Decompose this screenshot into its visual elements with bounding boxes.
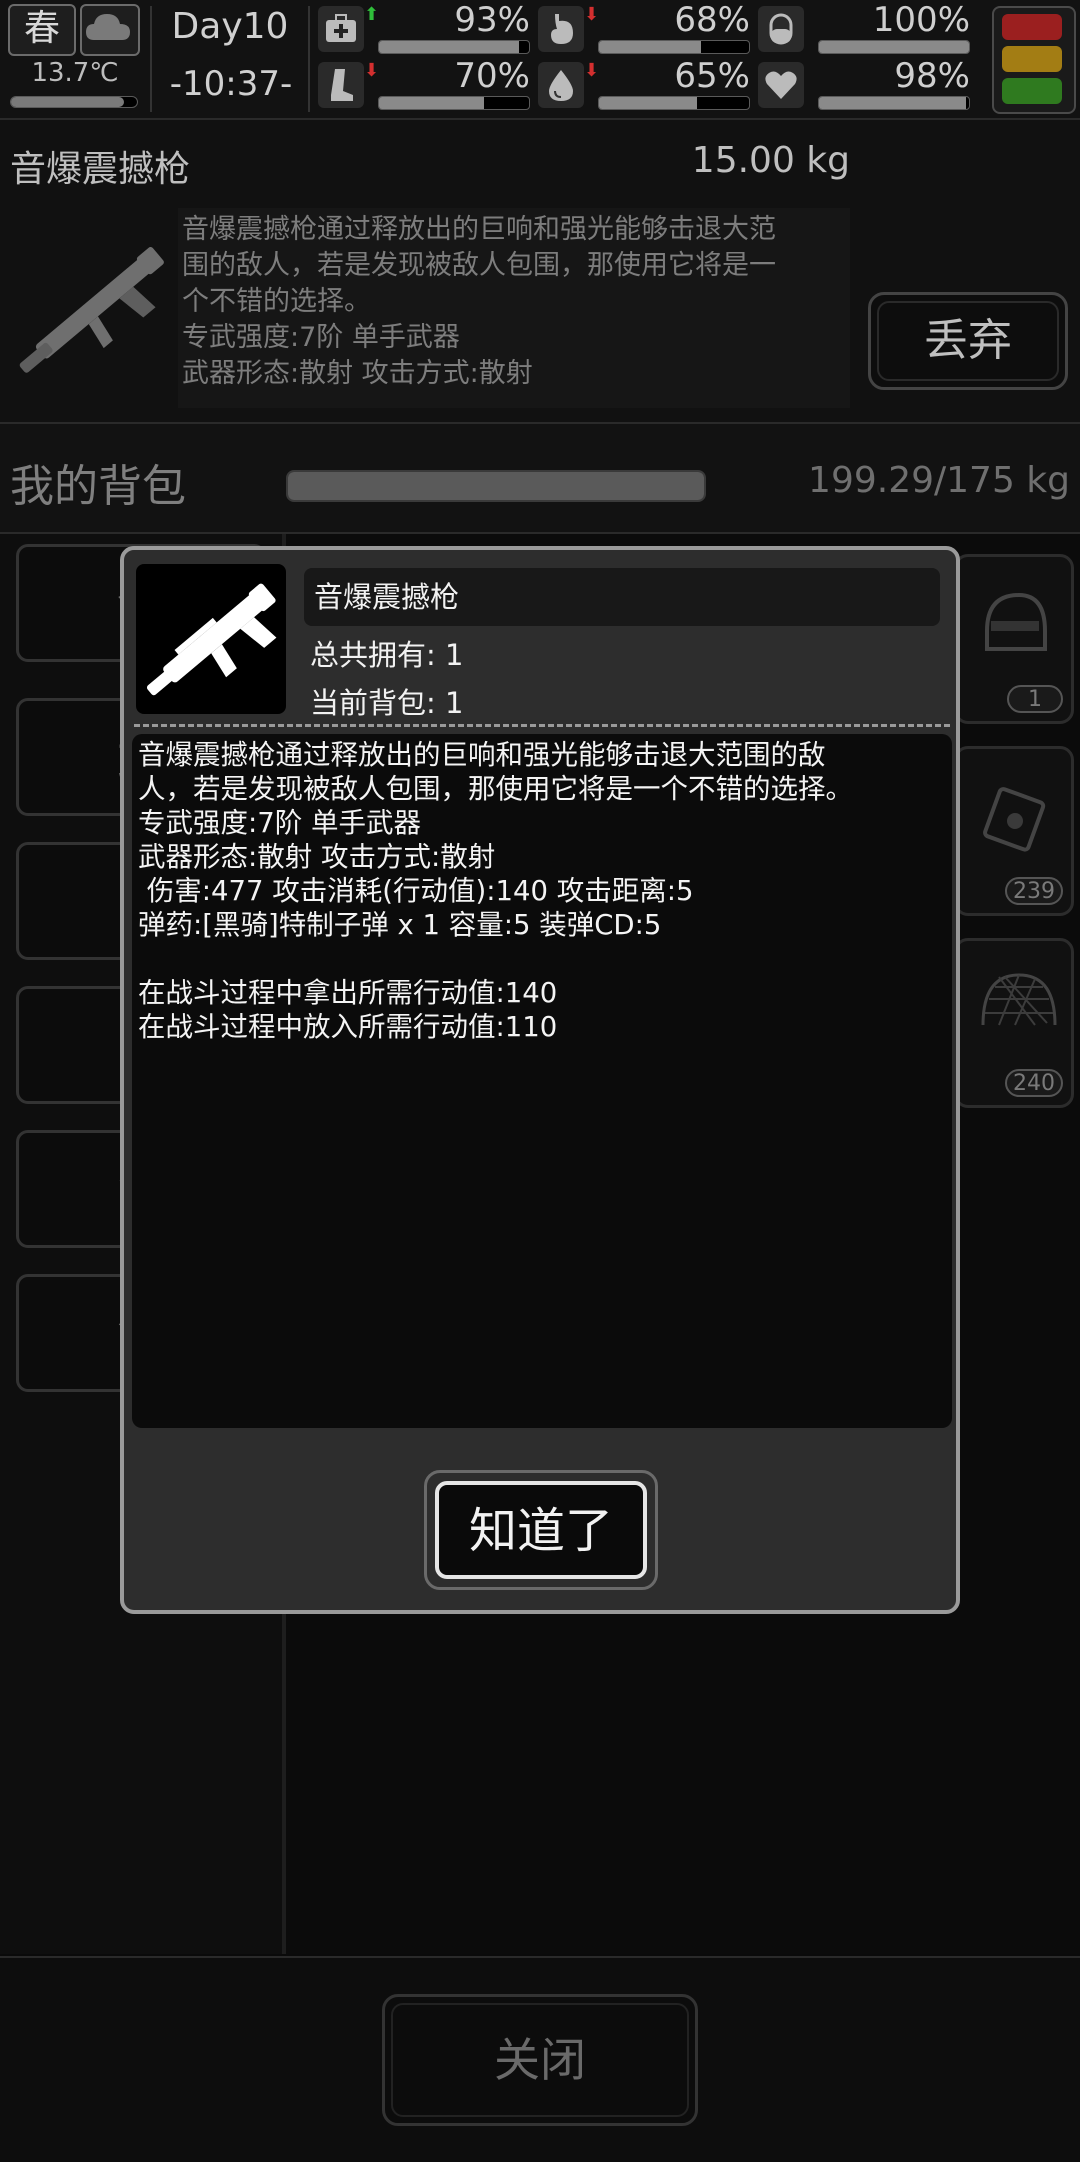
selected-item-panel: 音爆震撼枪 15.00 kg 音爆震撼枪通过释放出的巨响和强光能够击退大范 围的… <box>0 120 1080 424</box>
water-drop-icon <box>538 62 584 108</box>
leg-icon <box>318 62 364 108</box>
bottom-bar: 关闭 <box>0 1956 1080 2162</box>
dialog-owned-count: 总共拥有: 1 <box>310 638 464 672</box>
description-line: 音爆震撼枪通过释放出的巨响和强光能够击退大范 <box>182 214 776 245</box>
ammo-box-icon <box>983 787 1046 852</box>
stat-fatigue[interactable]: ⬇ 70% <box>318 56 538 112</box>
trend-up-icon: ⬆ <box>364 4 380 25</box>
stat-value: 65% <box>674 56 750 96</box>
helmet-icon <box>985 592 1047 651</box>
stat-health[interactable]: ⬆ 93% <box>318 0 538 56</box>
item-weight: 15.00 kg <box>691 140 850 181</box>
season-badge: 春 <box>8 4 76 56</box>
discard-button[interactable]: 丢弃 <box>868 292 1068 390</box>
stat-value: 100% <box>872 0 970 40</box>
stat-value: 68% <box>674 0 750 40</box>
capsule-icon <box>758 6 804 52</box>
indicator-green <box>1002 78 1062 104</box>
stat-bar <box>818 96 970 110</box>
item-count: 239 <box>1005 877 1063 905</box>
ok-button-label: 知道了 <box>435 1481 647 1579</box>
temperature-text: 13.7℃ <box>31 58 119 88</box>
item-count: 240 <box>1005 1069 1063 1097</box>
stat-value: 93% <box>454 0 530 40</box>
shotgun-icon <box>136 564 286 714</box>
item-detail-dialog: 音爆震撼枪 总共拥有: 1 当前背包: 1 音爆震撼枪通过释放出的巨响和强光能够… <box>120 546 960 1614</box>
cloud-icon <box>80 4 140 56</box>
description-line: 围的敌人，若是发现被敌人包围，那使用它将是一 <box>182 250 776 281</box>
stat-mood[interactable]: 98% <box>758 56 978 112</box>
stat-value: 70% <box>454 56 530 96</box>
stat-bar <box>598 40 750 54</box>
stat-bar <box>378 96 530 110</box>
bag-capacity-bar <box>286 470 706 502</box>
net-icon <box>981 973 1057 1026</box>
dialog-bag-count: 当前背包: 1 <box>310 686 464 720</box>
status-bar: 春 13.7℃ Day10 -10:37- ⬆ 93% ⬇ 68% 100% ⬇… <box>0 0 1080 120</box>
item-count: 1 <box>1007 685 1063 713</box>
stat-stamina[interactable]: 100% <box>758 0 978 56</box>
divider <box>150 6 152 112</box>
shotgun-icon <box>10 210 170 410</box>
dialog-description: 音爆震撼枪通过释放出的巨响和强光能够击退大范围的敌 人，若是发现被敌人包围，那使… <box>132 734 952 1428</box>
dialog-item-name: 音爆震撼枪 <box>314 580 460 614</box>
inventory-slot[interactable]: 1 <box>954 554 1074 724</box>
bag-title: 我的背包 <box>10 461 186 512</box>
close-button[interactable]: 关闭 <box>382 1994 698 2126</box>
danger-indicator <box>992 6 1076 114</box>
inventory-slot[interactable]: 240 <box>954 938 1074 1108</box>
indicator-red <box>1002 14 1062 40</box>
trend-down-icon: ⬇ <box>584 4 600 25</box>
temperature-bar <box>10 96 138 108</box>
trend-down-icon: ⬇ <box>364 60 380 81</box>
item-name: 音爆震撼枪 <box>10 149 191 190</box>
description-line: 武器形态:散射 攻击方式:散射 <box>182 358 533 389</box>
description-line: 专武强度:7阶 单手武器 <box>182 322 460 353</box>
description-line: 个不错的选择。 <box>182 286 371 317</box>
bag-capacity-text: 199.29/175 kg <box>808 460 1070 501</box>
ok-button[interactable]: 知道了 <box>424 1470 658 1590</box>
divider <box>308 6 310 112</box>
stat-bar <box>378 40 530 54</box>
stat-bar <box>818 40 970 54</box>
first-aid-kit-icon <box>318 6 364 52</box>
bag-header: 我的背包 199.29/175 kg <box>0 424 1080 534</box>
stomach-icon <box>538 6 584 52</box>
item-description: 音爆震撼枪通过释放出的巨响和强光能够击退大范 围的敌人，若是发现被敌人包围，那使… <box>178 208 850 408</box>
stat-thirst[interactable]: ⬇ 65% <box>538 56 758 112</box>
stat-value: 98% <box>894 56 970 96</box>
day-counter: Day10 <box>171 6 289 47</box>
heart-icon <box>758 62 804 108</box>
stat-hunger[interactable]: ⬇ 68% <box>538 0 758 56</box>
trend-down-icon: ⬇ <box>584 60 600 81</box>
clock-time: -10:37- <box>169 64 293 104</box>
inventory-slot[interactable]: 239 <box>954 746 1074 916</box>
indicator-yellow <box>1002 46 1062 72</box>
stat-bar <box>598 96 750 110</box>
dashed-divider <box>134 724 950 727</box>
